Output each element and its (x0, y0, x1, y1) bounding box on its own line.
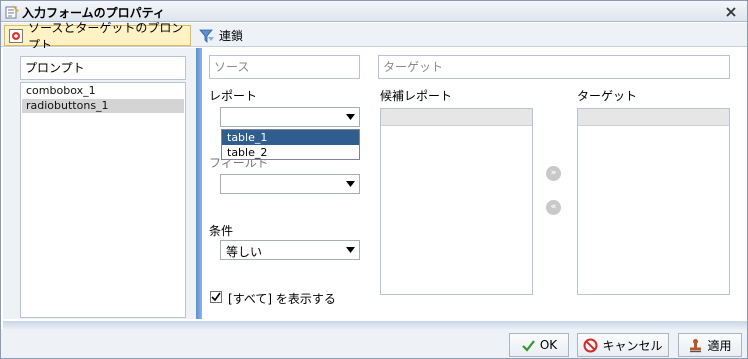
list-item-combobox-1[interactable]: combobox_1 (22, 84, 184, 98)
ok-button[interactable]: OK (509, 333, 569, 357)
properties-dialog: 入力フォームのプロパティ ソースとターゲットのプロンプト 連鎖 プロンプト co… (0, 0, 748, 359)
double-chevron-left-icon: « (550, 202, 557, 212)
move-right-button[interactable]: » (546, 166, 561, 181)
condition-dropdown-button[interactable] (342, 242, 358, 258)
chevron-down-icon (345, 181, 355, 187)
condition-label: 条件 (209, 224, 234, 238)
field-combo[interactable] (220, 174, 360, 194)
target-field[interactable]: ターゲット (378, 55, 730, 79)
target-list[interactable] (577, 108, 730, 295)
stamp-icon (690, 338, 702, 352)
cancel-button[interactable]: キャンセル (577, 333, 669, 357)
chevron-down-icon (345, 114, 355, 120)
check-icon (211, 292, 221, 302)
candidate-reports-list-header (381, 109, 532, 126)
condition-combo[interactable]: 等しい (220, 240, 360, 260)
target-list-header (578, 109, 729, 126)
prompt-panel: プロンプト combobox_1 radiobuttons_1 (3, 48, 196, 319)
candidate-reports-label: 候補レポート (380, 89, 453, 103)
list-item-radiobuttons-1[interactable]: radiobuttons_1 (22, 99, 184, 113)
chevron-down-icon (345, 247, 355, 253)
footer: OK キャンセル 適用 (1, 329, 747, 358)
prompt-icon (9, 28, 23, 43)
tab-chain-label: 連鎖 (219, 29, 244, 43)
report-dropdown-button[interactable] (342, 109, 358, 125)
apply-button[interactable]: 適用 (678, 333, 742, 357)
dropdown-option-table-1[interactable]: table_1 (222, 130, 359, 145)
report-dropdown-list: table_1 table_2 (221, 129, 360, 160)
checkmark-icon (522, 339, 535, 352)
apply-button-label: 適用 (707, 338, 732, 353)
close-icon[interactable] (723, 4, 739, 20)
candidate-reports-list[interactable] (380, 108, 533, 295)
form-properties-icon (5, 5, 19, 19)
show-all-checkbox[interactable] (210, 291, 222, 303)
prompt-list-header: プロンプト (20, 56, 186, 80)
target-list-label: ターゲット (577, 89, 638, 103)
footer-separator (3, 321, 747, 329)
report-label: レポート (209, 89, 258, 103)
report-combo[interactable] (220, 107, 360, 127)
move-left-button[interactable]: « (546, 200, 561, 215)
tab-bar: ソースとターゲットのプロンプト 連鎖 (1, 21, 747, 52)
cancel-icon (583, 338, 598, 352)
ok-button-label: OK (539, 338, 558, 352)
source-field[interactable]: ソース (209, 55, 360, 79)
show-all-label: [すべて] を表示する (228, 292, 336, 306)
tab-chain[interactable]: 連鎖 (197, 25, 257, 46)
cancel-button-label: キャンセル (602, 338, 663, 353)
condition-combo-value: 等しい (226, 245, 263, 259)
prompt-list[interactable]: combobox_1 radiobuttons_1 (20, 82, 186, 318)
tab-source-target-prompts[interactable]: ソースとターゲットのプロンプト (4, 21, 191, 52)
chain-filter-icon (199, 29, 214, 43)
field-dropdown-button[interactable] (342, 176, 358, 192)
dropdown-option-table-2[interactable]: table_2 (222, 145, 359, 160)
double-chevron-right-icon: » (550, 168, 557, 178)
